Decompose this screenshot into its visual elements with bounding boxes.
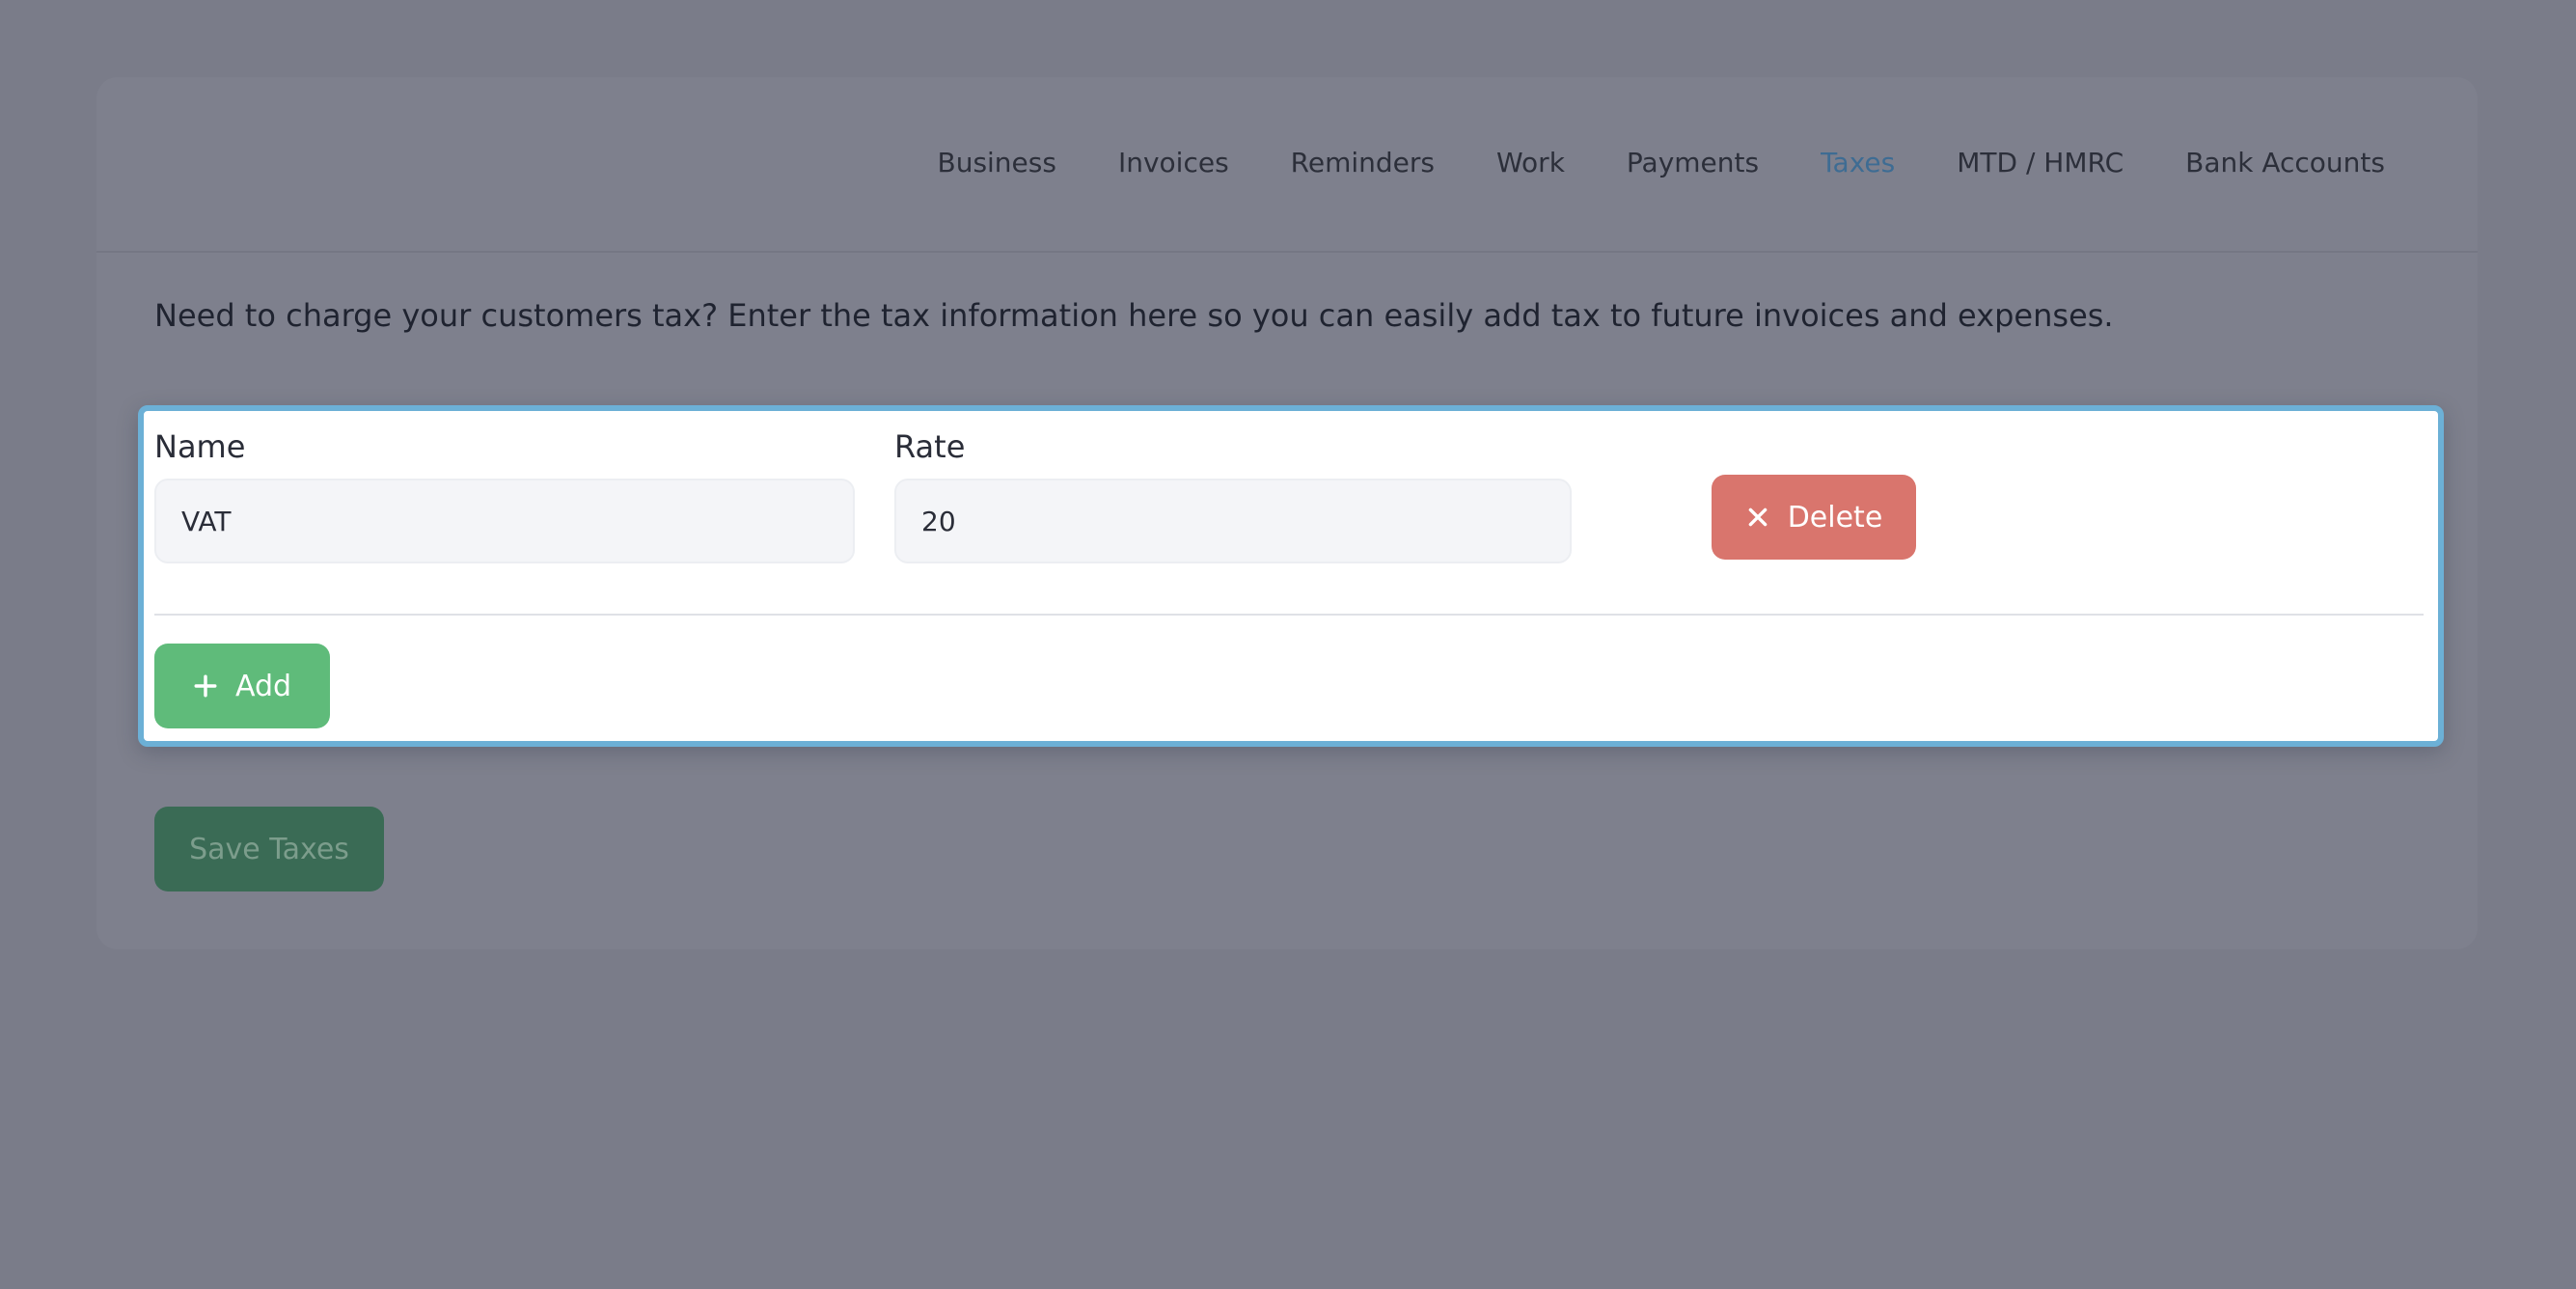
add-tax-button[interactable]: Add: [154, 644, 330, 728]
tax-name-input[interactable]: [154, 479, 855, 563]
tab-mtd-hmrc[interactable]: MTD / HMRC: [1957, 147, 2124, 178]
tab-taxes[interactable]: Taxes: [1821, 147, 1895, 178]
delete-button-label: Delete: [1787, 500, 1883, 535]
tax-rate-input[interactable]: [894, 479, 1572, 563]
tab-bank-accounts[interactable]: Bank Accounts: [2185, 147, 2385, 178]
settings-nav: Business Invoices Reminders Work Payment…: [96, 77, 2478, 253]
settings-card: Business Invoices Reminders Work Payment…: [96, 77, 2478, 949]
tab-reminders[interactable]: Reminders: [1291, 147, 1435, 178]
save-taxes-button[interactable]: Save Taxes: [154, 807, 384, 891]
delete-tax-button[interactable]: Delete: [1712, 475, 1916, 560]
tab-business[interactable]: Business: [937, 147, 1055, 178]
name-label: Name: [154, 428, 246, 465]
tax-rows-panel: Name Rate Delete Add: [138, 405, 2444, 747]
add-button-label: Add: [234, 669, 292, 703]
tab-work[interactable]: Work: [1496, 147, 1565, 178]
rate-label: Rate: [894, 428, 966, 465]
taxes-intro-text: Need to charge your customers tax? Enter…: [154, 297, 2114, 334]
nav-tabs: Business Invoices Reminders Work Payment…: [937, 147, 2385, 178]
divider: [154, 614, 2424, 616]
tab-payments[interactable]: Payments: [1627, 147, 1759, 178]
plus-icon: [194, 674, 217, 698]
tab-invoices[interactable]: Invoices: [1118, 147, 1229, 178]
close-icon: [1748, 507, 1768, 527]
